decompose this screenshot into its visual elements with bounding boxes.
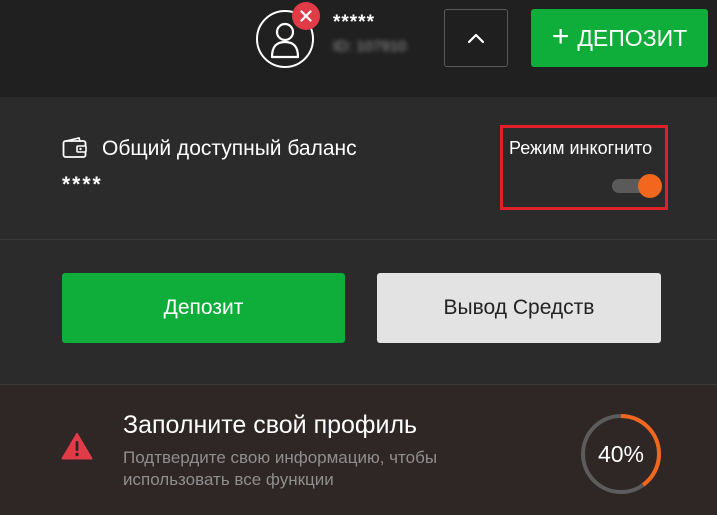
wallet-icon bbox=[62, 137, 87, 158]
actions-section: Депозит Вывод Средств bbox=[0, 241, 717, 385]
balance-section: Общий доступный баланс **** Режим инкогн… bbox=[0, 97, 717, 240]
plus-icon: + bbox=[551, 19, 570, 53]
toggle-knob bbox=[638, 174, 662, 198]
username: ***** bbox=[333, 12, 375, 33]
profile-title: Заполните свой профиль bbox=[123, 411, 418, 439]
close-icon[interactable] bbox=[292, 2, 320, 30]
balance-value: **** bbox=[62, 173, 103, 196]
incognito-mode-highlight: Режим инкогнито bbox=[500, 125, 668, 210]
incognito-toggle[interactable] bbox=[610, 174, 662, 198]
withdraw-button[interactable]: Вывод Средств bbox=[377, 273, 661, 343]
chevron-up-icon bbox=[467, 33, 485, 44]
top-header: ***** ID: 107910 + ДЕПОЗИТ bbox=[0, 0, 717, 97]
header-deposit-label: ДЕПОЗИТ bbox=[577, 24, 688, 51]
balance-label: Общий доступный баланс bbox=[102, 137, 357, 160]
profile-completion-banner[interactable]: Заполните свой профиль Подтвердите свою … bbox=[0, 385, 717, 515]
header-deposit-button[interactable]: + ДЕПОЗИТ bbox=[531, 9, 708, 67]
account-id: ID: 107910 bbox=[333, 38, 407, 55]
warning-icon bbox=[61, 433, 93, 460]
collapse-button[interactable] bbox=[444, 9, 508, 67]
profile-subtitle: Подтвердите свою информацию, чтобы испол… bbox=[123, 448, 438, 489]
deposit-button[interactable]: Депозит bbox=[62, 273, 345, 343]
profile-progress-ring[interactable]: 40% bbox=[579, 412, 663, 496]
progress-percent: 40% bbox=[597, 440, 645, 467]
incognito-mode-label: Режим инкогнито bbox=[509, 138, 653, 158]
